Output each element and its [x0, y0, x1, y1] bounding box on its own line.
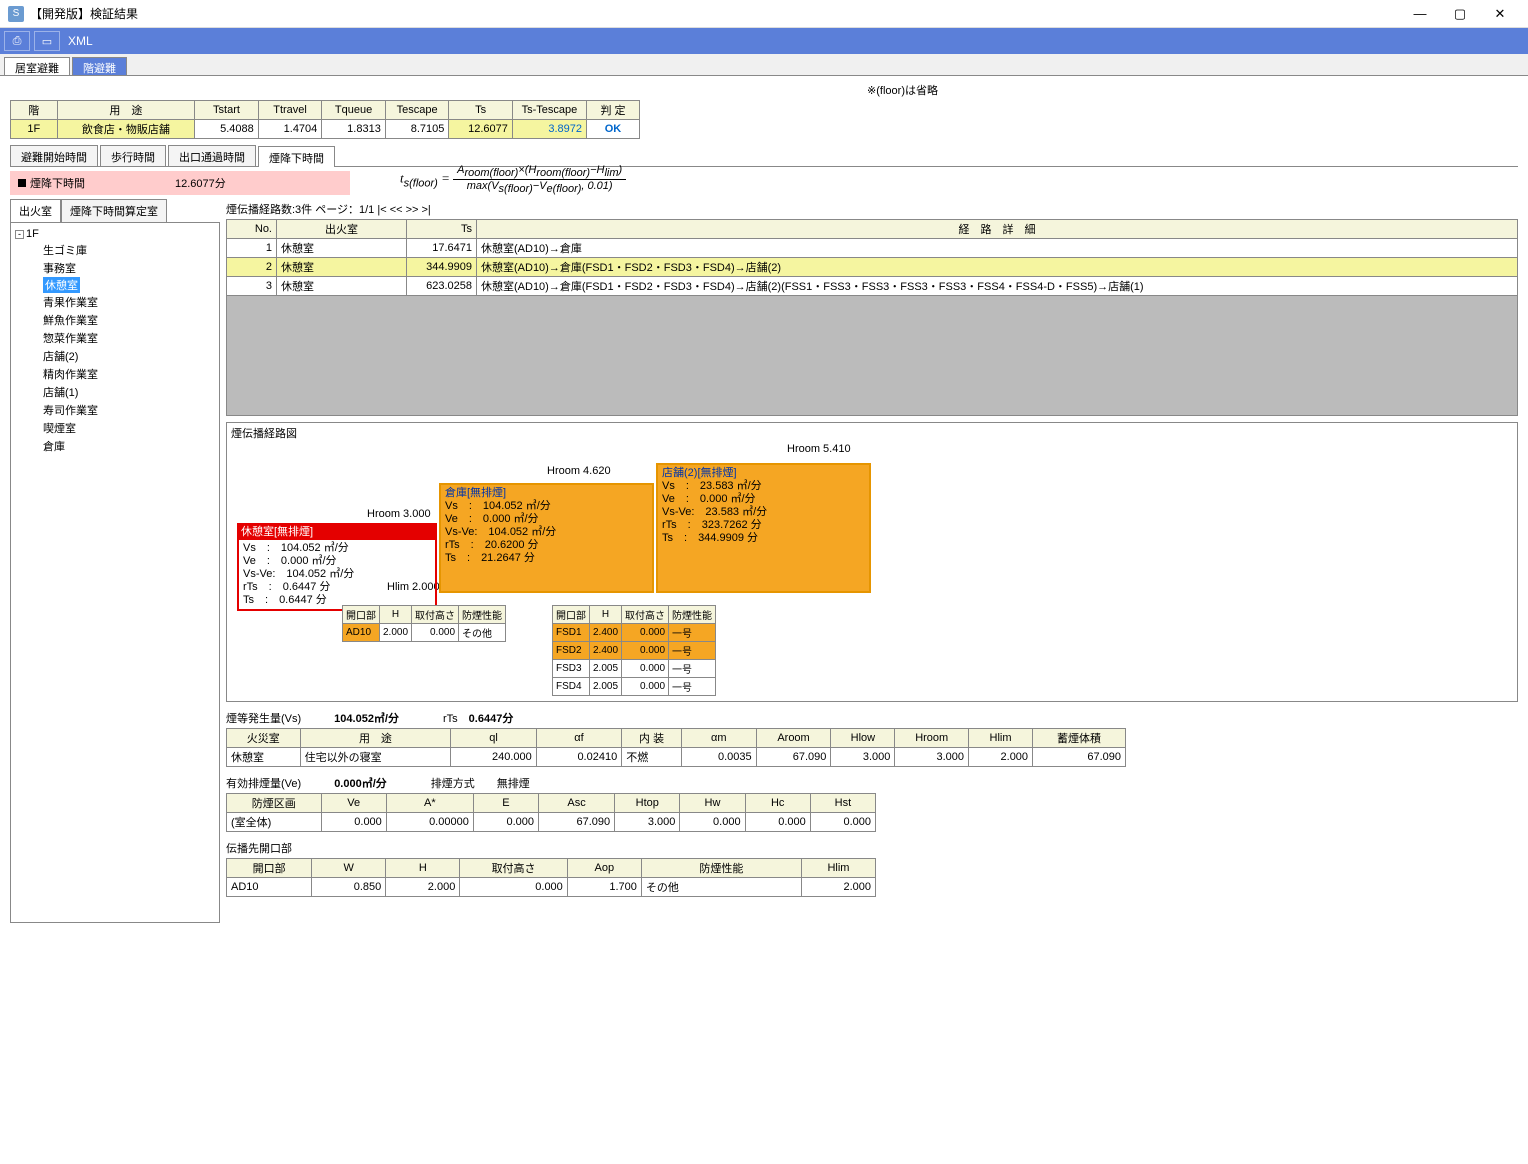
- tree-item[interactable]: 倉庫: [15, 437, 215, 455]
- room-box-warehouse: 倉庫[無排煙] Vs : 104.052 ㎥/分 Ve : 0.000 ㎥/分 …: [439, 483, 654, 593]
- pager[interactable]: 煙伝播経路数:3件 ページ：1/1 |< << >> >|: [226, 199, 1518, 219]
- tab-floor-escape[interactable]: 階避難: [72, 57, 127, 75]
- tab-walk-time[interactable]: 歩行時間: [100, 145, 166, 166]
- tree-item[interactable]: 鮮魚作業室: [15, 311, 215, 329]
- tree-item[interactable]: 店舗(1): [15, 383, 215, 401]
- ribbon-xml[interactable]: XML: [68, 34, 93, 48]
- tree-item[interactable]: 事務室: [15, 259, 215, 277]
- pink-value: 12.6077分: [175, 175, 226, 191]
- route-row[interactable]: 3休憩室623.0258休憩室(AD10)→倉庫(FSD1・FSD2・FSD3・…: [227, 277, 1518, 296]
- routes-empty-area: [226, 296, 1518, 416]
- cell-ts: 12.6077: [449, 120, 513, 139]
- floor-note: ※(floor)は省略: [10, 82, 1518, 98]
- routes-table[interactable]: No. 出火室 Ts 経 路 詳 細 1休憩室17.6471休憩室(AD10)→…: [226, 219, 1518, 296]
- tab-start-time[interactable]: 避難開始時間: [10, 145, 98, 166]
- cell-use: 飲食店・物販店舗: [57, 120, 195, 139]
- th-diff: Ts-Tescape: [512, 101, 586, 120]
- route-row[interactable]: 1休憩室17.6471休憩室(AD10)→倉庫: [227, 239, 1518, 258]
- tree-item[interactable]: 喫煙室: [15, 419, 215, 437]
- tree-item[interactable]: 寿司作業室: [15, 401, 215, 419]
- ribbon: ⎙ ▭ XML: [0, 28, 1528, 54]
- th-ts: Ts: [449, 101, 513, 120]
- titlebar: S 【開発版】検証結果 — ▢ ✕: [0, 0, 1528, 28]
- tree-root[interactable]: -1F: [15, 227, 215, 241]
- smoke-time-banner: 煙降下時間 12.6077分: [10, 171, 350, 195]
- lbl-hroom5: Hroom 5.410: [787, 443, 851, 455]
- cell-tescape: 8.7105: [385, 120, 449, 139]
- smoke-diagram: 煙伝播経路図 Hroom 3.000 Hroom 4.620 Hroom 5.4…: [226, 422, 1518, 702]
- vs-section: 煙等発生量(Vs) 104.052㎥/分 rTs 0.6447分 火災室用 途q…: [226, 710, 1518, 767]
- cell-ttravel: 1.4704: [258, 120, 322, 139]
- close-button[interactable]: ✕: [1480, 2, 1520, 26]
- tab-room-escape[interactable]: 居室避難: [4, 57, 70, 75]
- th-detail: 経 路 詳 細: [477, 220, 1518, 239]
- lbl-hroom3: Hroom 3.000: [367, 508, 431, 520]
- room-box-fire: 休憩室[無排煙] Vs : 104.052 ㎥/分 Ve : 0.000 ㎥/分…: [237, 523, 437, 611]
- cell-tstart: 5.4088: [195, 120, 259, 139]
- lbl-hroom4: Hroom 4.620: [547, 465, 611, 477]
- opening-section: 伝播先開口部 開口部WH取付高さAop防煙性能Hlim AD100.8502.0…: [226, 840, 1518, 897]
- tree-item[interactable]: 店舗(2): [15, 347, 215, 365]
- maximize-button[interactable]: ▢: [1440, 2, 1480, 26]
- window-title: 【開発版】検証結果: [30, 5, 1400, 22]
- pink-label: 煙降下時間: [30, 178, 85, 190]
- cell-judge: OK: [587, 120, 640, 139]
- th-ts: Ts: [407, 220, 477, 239]
- room-box-shop: 店舗(2)[無排煙] Vs : 23.583 ㎥/分 Ve : 0.000 ㎥/…: [656, 463, 871, 593]
- th-floor: 階: [11, 101, 58, 120]
- app-icon: S: [8, 6, 24, 22]
- opening-table-1: 開口部H取付高さ防煙性能 AD102.0000.000その他: [342, 605, 506, 642]
- tab-calc-room[interactable]: 煙降下時間算定室: [61, 199, 167, 222]
- tabs-level3: 出火室 煙降下時間算定室: [10, 199, 220, 223]
- ribbon-btn-1[interactable]: ⎙: [4, 31, 30, 51]
- tab-smoke-time[interactable]: 煙降下時間: [258, 146, 335, 167]
- tab-fire-room[interactable]: 出火室: [10, 199, 61, 222]
- minimize-button[interactable]: —: [1400, 2, 1440, 26]
- summary-table: 階 用 途 Tstart Ttravel Tqueue Tescape Ts T…: [10, 100, 640, 139]
- th-fire-room: 出火室: [277, 220, 407, 239]
- formula: ts(floor) = Aroom(floor)×(Hroom(floor)−H…: [400, 164, 626, 195]
- th-use: 用 途: [57, 101, 195, 120]
- opening-table-2: 開口部H取付高さ防煙性能 FSD12.4000.000一号 FSD22.4000…: [552, 605, 716, 696]
- diagram-title: 煙伝播経路図: [231, 425, 297, 441]
- room-tree[interactable]: -1F 生ゴミ庫 事務室 休憩室 青果作業室 鮮魚作業室 惣菜作業室 店舗(2)…: [10, 223, 220, 923]
- route-row-selected[interactable]: 2休憩室344.9909休憩室(AD10)→倉庫(FSD1・FSD2・FSD3・…: [227, 258, 1518, 277]
- th-judge: 判 定: [587, 101, 640, 120]
- tree-item[interactable]: 青果作業室: [15, 293, 215, 311]
- th-tqueue: Tqueue: [322, 101, 386, 120]
- cell-tqueue: 1.8313: [322, 120, 386, 139]
- th-ttravel: Ttravel: [258, 101, 322, 120]
- tree-item[interactable]: 精肉作業室: [15, 365, 215, 383]
- th-tstart: Tstart: [195, 101, 259, 120]
- tab-exit-time[interactable]: 出口通過時間: [168, 145, 256, 166]
- cell-floor: 1F: [11, 120, 58, 139]
- tree-item[interactable]: 生ゴミ庫: [15, 241, 215, 259]
- tabs-level2: 避難開始時間 歩行時間 出口通過時間 煙降下時間: [10, 145, 1518, 167]
- tree-item-selected[interactable]: 休憩室: [43, 277, 80, 293]
- tabs-level1: 居室避難 階避難: [0, 54, 1528, 76]
- th-no: No.: [227, 220, 277, 239]
- ribbon-btn-2[interactable]: ▭: [34, 31, 60, 51]
- tree-item[interactable]: 惣菜作業室: [15, 329, 215, 347]
- ve-section: 有効排煙量(Ve) 0.000㎥/分 排煙方式 無排煙 防煙区画VeA*EAsc…: [226, 775, 1518, 832]
- cell-diff: 3.8972: [512, 120, 586, 139]
- th-tescape: Tescape: [385, 101, 449, 120]
